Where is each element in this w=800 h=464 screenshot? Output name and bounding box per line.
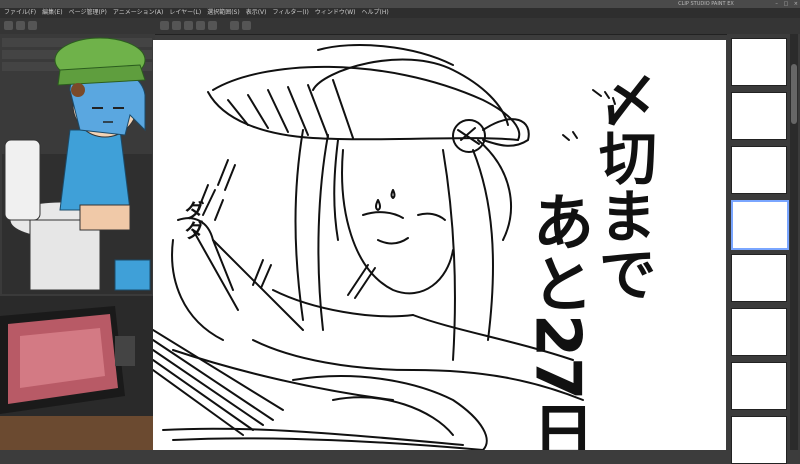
tool-button[interactable] <box>208 21 217 30</box>
maximize-icon[interactable]: □ <box>783 1 788 7</box>
menu-edit[interactable]: 編集(E) <box>42 8 62 18</box>
tablet-photo <box>0 296 153 450</box>
page-thumbnail[interactable] <box>731 38 787 86</box>
close-icon[interactable]: × <box>794 1 798 7</box>
menu-layer[interactable]: レイヤー(L) <box>169 8 201 18</box>
menu-file[interactable]: ファイル(F) <box>4 8 36 18</box>
menu-filter[interactable]: フィルター(I) <box>273 8 309 18</box>
menu-animation[interactable]: アニメーション(A) <box>113 8 164 18</box>
page-thumbnail[interactable] <box>731 146 787 194</box>
avatar-character <box>0 20 160 300</box>
title-bar: CLIP STUDIO PAINT EX – □ × <box>0 0 800 8</box>
page-thumbnail[interactable] <box>731 416 787 464</box>
menu-bar: ファイル(F) 編集(E) ページ管理(P) アニメーション(A) レイヤー(L… <box>0 8 800 18</box>
page-thumbnail-selected[interactable] <box>731 200 789 250</box>
page-thumbnail[interactable] <box>731 254 787 302</box>
tool-button[interactable] <box>172 21 181 30</box>
sketch-artwork: 〆切まで あと27日 ダダ <box>152 44 657 462</box>
tool-button[interactable] <box>242 21 251 30</box>
menu-view[interactable]: 表示(V) <box>246 8 267 18</box>
drawing-canvas[interactable]: 〆切まで あと27日 ダダ <box>152 40 726 462</box>
tool-button[interactable] <box>230 21 239 30</box>
page-thumbnail[interactable] <box>731 362 787 410</box>
menu-window[interactable]: ウィンドウ(W) <box>315 8 356 18</box>
scrollbar-knob[interactable] <box>791 64 797 124</box>
minimize-icon[interactable]: – <box>775 1 778 7</box>
page-thumbnail[interactable] <box>731 308 787 356</box>
page-thumbnail[interactable] <box>731 92 787 140</box>
thumbnail-scrollbar[interactable] <box>790 34 798 450</box>
window-title: CLIP STUDIO PAINT EX <box>678 1 734 7</box>
menu-help[interactable]: ヘルプ(H) <box>361 8 388 18</box>
page-thumbnail-panel <box>727 34 800 464</box>
deadline-line-1: 〆切まで <box>589 70 657 302</box>
sfx-text: ダダ <box>181 200 205 240</box>
deadline-line-2: あと27日 <box>522 190 595 450</box>
tool-button[interactable] <box>184 21 193 30</box>
menu-selection[interactable]: 選択範囲(S) <box>207 8 240 18</box>
tool-button[interactable] <box>196 21 205 30</box>
avatar-illustration <box>4 37 151 291</box>
menu-page[interactable]: ページ管理(P) <box>69 8 107 18</box>
tool-button[interactable] <box>160 21 169 30</box>
webcam-overlay <box>0 296 153 450</box>
